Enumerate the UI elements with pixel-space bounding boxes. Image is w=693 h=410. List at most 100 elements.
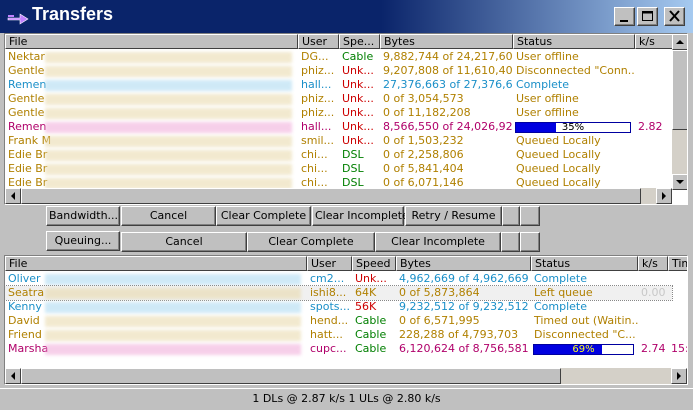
uploads-horizontal-scrollbar[interactable] xyxy=(5,368,687,384)
column-header-ks[interactable]: k/s xyxy=(635,34,673,49)
table-row[interactable]: Frank Msmil... Unk... 0 of 1,503,232 Queued… xyxy=(5,134,672,148)
minimize-button[interactable] xyxy=(614,7,635,26)
redacted-filename xyxy=(45,302,301,313)
downloads-vertical-scrollbar[interactable] xyxy=(672,34,687,190)
cell-ks xyxy=(635,148,673,162)
cell-ks: 2.74 xyxy=(641,342,666,355)
cell-bytes: 0 of 5,841,404 xyxy=(383,162,464,175)
cell-user: hatt... xyxy=(310,328,343,341)
column-header-user[interactable]: User xyxy=(298,34,339,49)
maximize-button[interactable] xyxy=(637,7,658,26)
cell-bytes: 228,288 of 4,793,703 xyxy=(399,328,519,341)
table-row[interactable]: Gentle phiz... Unk... 9,207,808 of 11,610,4… xyxy=(5,64,672,78)
column-header-speed[interactable]: Spe... xyxy=(339,34,380,49)
download-extra-button-1[interactable] xyxy=(502,206,520,226)
cell-bytes: 0 of 11,182,208 xyxy=(383,106,471,119)
minimize-icon xyxy=(620,20,628,22)
cell-ks xyxy=(635,162,673,176)
table-row[interactable]: Oliver cm2... Unk... 4,962,669 of 4,962,669… xyxy=(5,272,672,286)
cell-bytes: 0 of 5,873,864 xyxy=(399,286,480,299)
scroll-down-button[interactable] xyxy=(672,174,687,190)
close-button[interactable] xyxy=(664,7,685,26)
table-row[interactable]: Edie Br chi... DSL 0 of 5,841,404 Queued Loc… xyxy=(5,162,672,176)
cell-status: Disconnected "Conn... xyxy=(516,64,635,77)
upload-extra-button-1[interactable] xyxy=(501,232,520,252)
upload-clear-incomplete-button[interactable]: Clear Incomplete xyxy=(375,232,501,252)
cell-speed: Cable xyxy=(342,50,374,63)
cell-ks xyxy=(638,272,668,286)
column-header-ks[interactable]: k/s xyxy=(638,256,668,271)
cell-time xyxy=(668,286,687,300)
download-cancel-button[interactable]: Cancel xyxy=(121,206,216,226)
column-header-status[interactable]: Status xyxy=(513,34,635,49)
cell-status: Disconnected "C... xyxy=(534,328,636,341)
cell-speed: Unk... xyxy=(355,272,387,285)
cell-ks xyxy=(638,314,668,328)
table-row[interactable]: Remen hall... Unk... 8,566,550 of 24,026,92… xyxy=(5,120,672,134)
cell-ks: 0.00 xyxy=(641,286,666,299)
table-row[interactable]: Marsha cupc... Cable 6,120,624 of 8,756,581… xyxy=(5,342,687,356)
table-row[interactable]: Nektar DG... Cable 9,882,744 of 24,217,600 U… xyxy=(5,50,672,64)
cell-status: Queued Locally xyxy=(516,148,601,161)
cell-speed: Cable xyxy=(355,314,387,327)
scroll-left-button[interactable] xyxy=(5,188,21,204)
table-row[interactable]: Edie Br chi... DSL 0 of 2,258,806 Queued Loc… xyxy=(5,148,672,162)
cell-ks xyxy=(635,78,673,92)
column-header-status[interactable]: Status xyxy=(531,256,638,271)
table-row[interactable]: Gentle phiz... Unk... 0 of 11,182,208 User o… xyxy=(5,106,672,120)
download-clear-complete-button[interactable]: Clear Complete xyxy=(216,206,311,226)
column-header-user[interactable]: User xyxy=(307,256,352,271)
cell-user: cm2... xyxy=(310,272,345,285)
queuing-button[interactable]: Queuing... xyxy=(46,231,120,251)
scroll-thumb[interactable] xyxy=(21,368,561,384)
scroll-right-button[interactable] xyxy=(671,368,687,384)
arrow-up-icon xyxy=(676,40,684,44)
cell-time: 15: xyxy=(671,342,688,355)
table-row[interactable]: Gentle phiz... Unk... 0 of 3,054,573 User of… xyxy=(5,92,672,106)
column-header-time[interactable]: Tim xyxy=(668,256,687,271)
cell-speed: DSL xyxy=(342,148,364,161)
cell-time xyxy=(668,272,687,286)
cell-user: hend... xyxy=(310,314,349,327)
cell-status: Timed out (Waitin... xyxy=(534,314,638,327)
scroll-right-button[interactable] xyxy=(656,188,672,204)
upload-extra-button-2[interactable] xyxy=(520,232,540,252)
cell-user: phiz... xyxy=(301,106,335,119)
table-row[interactable]: Friend hatt... Cable 228,288 of 4,793,703 Di… xyxy=(5,328,672,342)
downloads-list[interactable]: File User Spe... Bytes Status k/s Nektar DG...… xyxy=(4,33,688,205)
cell-speed: DSL xyxy=(342,162,364,175)
status-bar: 1 DLs @ 2.87 k/s 1 ULs @ 2.80 k/s xyxy=(0,388,693,410)
cell-user: smil... xyxy=(301,134,335,147)
table-row[interactable]: David hend... Cable 0 of 6,571,995 Timed out… xyxy=(5,314,672,328)
arrow-right-icon xyxy=(662,192,666,200)
bandwidth-button[interactable]: Bandwidth... xyxy=(46,206,120,226)
column-header-bytes[interactable]: Bytes xyxy=(380,34,513,49)
redacted-filename xyxy=(45,136,292,147)
download-extra-button-2[interactable] xyxy=(520,206,540,226)
column-header-speed[interactable]: Speed xyxy=(352,256,396,271)
title-bar[interactable]: Transfers xyxy=(0,0,693,33)
cell-speed: Unk... xyxy=(342,106,374,119)
uploads-list[interactable]: FileUserSpeedBytesStatusk/sTim Olivercm2… xyxy=(4,255,688,385)
progress-label: 35% xyxy=(561,122,585,133)
table-row[interactable]: Seatra ishi8... 64K 0 of 5,873,864 Left queu… xyxy=(5,285,673,301)
cell-speed: Unk... xyxy=(342,78,374,91)
table-row[interactable]: Kenny spots... 56K 9,232,512 of 9,232,512 Co… xyxy=(5,300,672,314)
scroll-up-button[interactable] xyxy=(672,34,687,50)
progress-bar: 35% xyxy=(515,122,631,133)
cell-speed: Unk... xyxy=(342,92,374,105)
upload-clear-complete-button[interactable]: Clear Complete xyxy=(247,232,375,252)
scroll-left-button[interactable] xyxy=(5,368,21,384)
scroll-thumb[interactable] xyxy=(21,188,641,204)
cell-ks xyxy=(635,134,673,148)
scroll-thumb[interactable] xyxy=(672,50,687,130)
column-header-file[interactable]: File xyxy=(5,256,307,271)
download-clear-incomplete-button[interactable]: Clear Incomplete xyxy=(312,206,409,226)
downloads-horizontal-scrollbar[interactable] xyxy=(5,188,672,204)
table-row[interactable]: Remen hall... Unk... 27,376,663 of 27,376,6… xyxy=(5,78,672,92)
upload-cancel-button[interactable]: Cancel xyxy=(121,232,247,252)
column-header-file[interactable]: File xyxy=(5,34,298,49)
retry-resume-button[interactable]: Retry / Resume xyxy=(405,206,502,226)
cell-speed: 64K xyxy=(355,286,377,299)
column-header-bytes[interactable]: Bytes xyxy=(396,256,531,271)
